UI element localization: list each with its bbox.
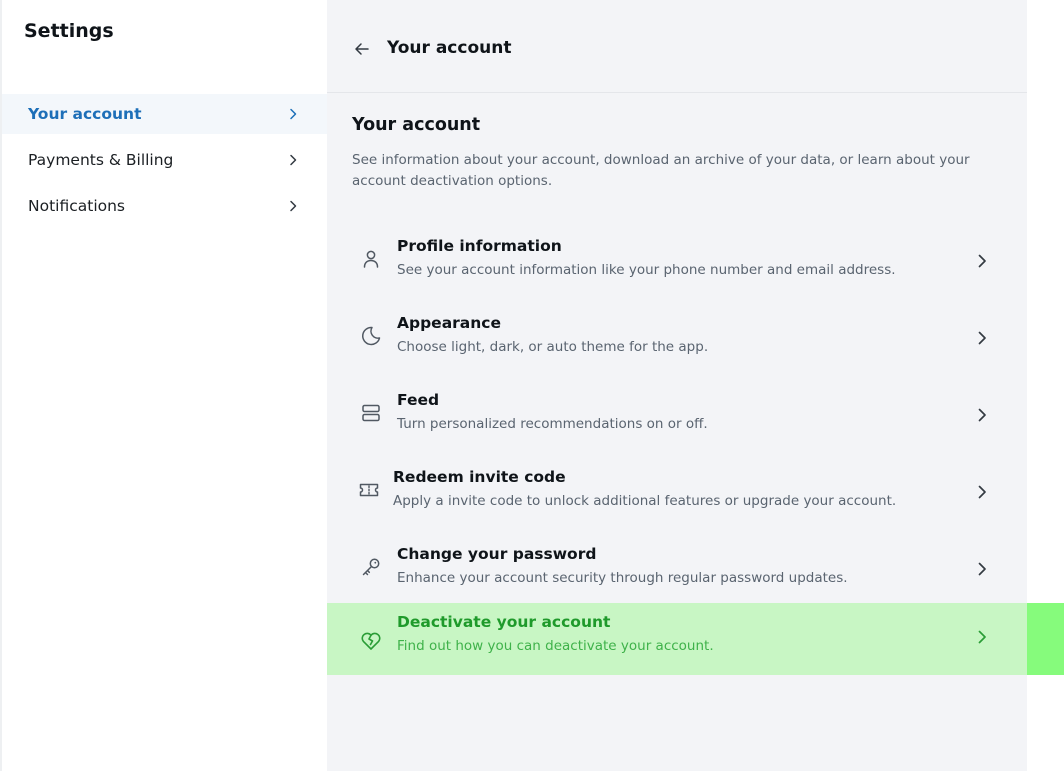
row-title: Redeem invite code [393,468,566,486]
row-subtitle: Enhance your account security through re… [397,570,848,586]
user-icon [363,250,379,268]
chevron-right-icon [978,254,986,268]
settings-sidebar: Settings Your account Payments & Billing… [0,0,329,771]
settings-row-change-password[interactable]: Change your password Enhance your accoun… [327,535,1027,607]
row-title: Feed [397,391,440,409]
main-panel: Your account Your account See informatio… [327,0,1027,771]
sidebar-item-payments-billing[interactable]: Payments & Billing [2,140,329,180]
row-title: Profile information [397,237,562,255]
settings-row-profile-information[interactable]: Profile information See your account inf… [327,227,1027,299]
chevron-right-icon [978,630,986,644]
sidebar-item-label: Notifications [28,197,126,215]
chevron-right-icon [978,562,986,576]
sidebar-item-label: Payments & Billing [28,151,174,169]
settings-app: Settings Your account Payments & Billing… [0,0,1064,771]
main-header: Your account [327,0,1027,93]
row-subtitle: Turn personalized recommendations on or … [397,416,708,432]
row-title: Deactivate your account [397,613,611,631]
page-title: Your account [387,38,512,58]
moon-icon [362,326,381,346]
row-title: Appearance [397,314,501,332]
row-subtitle: Apply a invite code to unlock additional… [393,493,897,509]
feed-icon [362,404,380,422]
key-icon [362,558,380,576]
sidebar-nav: Your account Payments & Billing Notifica… [2,94,329,232]
row-title: Change your password [397,545,597,563]
ticket-icon [359,483,379,497]
chevron-right-icon [290,154,297,166]
broken-heart-icon [361,632,381,650]
chevron-right-icon [978,485,986,499]
settings-row-deactivate-account[interactable]: Deactivate your account Find out how you… [327,603,1027,675]
settings-row-feed[interactable]: Feed Turn personalized recommendations o… [327,381,1027,453]
row-subtitle: Find out how you can deactivate your acc… [397,638,714,654]
chevron-right-icon [290,200,297,212]
back-arrow-icon[interactable] [353,40,371,58]
sidebar-title: Settings [24,20,114,42]
row-subtitle: See your account information like your p… [397,262,896,278]
section-title: Your account [352,115,481,135]
settings-row-redeem-invite-code[interactable]: Redeem invite code Apply a invite code t… [327,458,1027,530]
sidebar-item-your-account[interactable]: Your account [2,94,329,134]
chevron-right-icon [290,108,297,120]
sidebar-item-notifications[interactable]: Notifications [2,186,329,226]
row-highlight-band-right [1027,603,1064,675]
sidebar-item-label: Your account [28,105,142,123]
chevron-right-icon [978,408,986,422]
chevron-right-icon [978,331,986,345]
section-description: See information about your account, down… [352,152,970,189]
settings-row-appearance[interactable]: Appearance Choose light, dark, or auto t… [327,304,1027,376]
row-subtitle: Choose light, dark, or auto theme for th… [397,339,709,355]
